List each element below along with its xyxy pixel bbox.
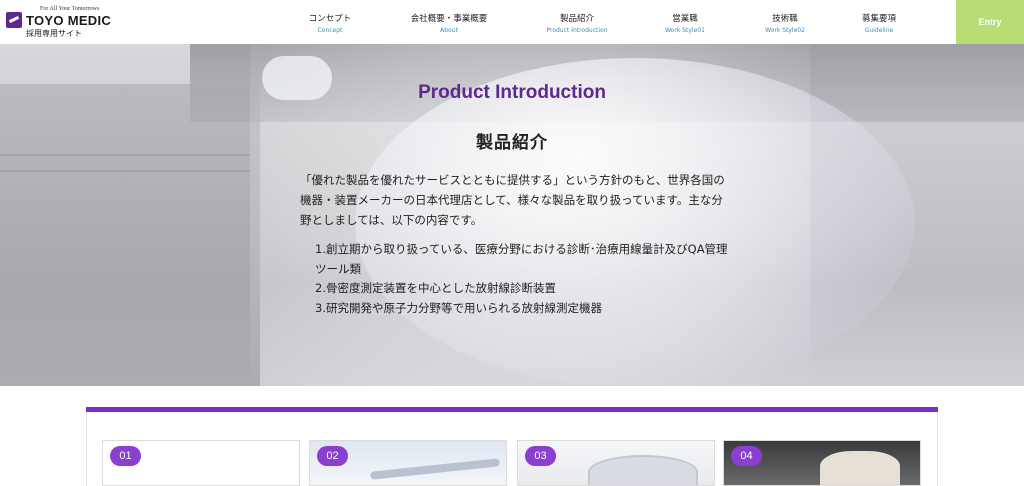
product-field-list: 1.創立期から取り扱っている、医療分野における診断･治療用線量計及びQA管理ツー… [315,240,729,318]
product-card[interactable]: 04 [723,440,921,486]
card-number-badge: 04 [731,446,762,466]
nav-item-label: 技術職 [772,14,798,24]
card-number-badge: 01 [110,446,141,466]
page-title: 製品紹介 [476,133,548,153]
product-image [820,451,900,485]
nav-item-sublabel: Product Introduction [546,27,608,34]
logo-subtitle: 採用専用サイト [26,29,82,38]
list-item: 2.骨密度測定装置を中心とした放射線診断装置 [315,281,556,295]
hero-description: 「優れた製品を優れたサービスとともに提供する」という方針のもと、世界各国の機器・… [300,173,725,227]
nav-item-guideline[interactable]: 募集要項 Guideline [855,0,903,44]
hero-section: Product Introduction 製品紹介 「優れた製品を優れたサービス… [0,44,1024,386]
product-image [369,458,501,480]
logo-mark-icon [6,12,22,28]
list-item: 3.研究開発や原子力分野等で用いられる放射線測定機器 [315,300,602,315]
product-image [588,455,698,485]
list-item: 1.創立期から取り扱っている、医療分野における診断･治療用線量計及びQA管理ツー… [315,242,728,276]
site-header: For All Your Tomorrows TOYO MEDIC 採用専用サイ… [0,0,1024,44]
nav-item-label: コンセプト [308,14,352,24]
nav-item-product-introduction[interactable]: 製品紹介 Product Introduction [540,0,614,44]
nav-item-concept[interactable]: コンセプト Concept [296,0,364,44]
product-card[interactable]: 03 [517,440,715,486]
card-number-badge: 03 [525,446,556,466]
nav-item-about[interactable]: 会社概要・事業概要 About [400,0,498,44]
product-card[interactable]: 01 [102,440,300,486]
site-logo[interactable]: For All Your Tomorrows TOYO MEDIC 採用専用サイ… [6,6,126,40]
logo-name: TOYO MEDIC [26,13,112,28]
logo-tagline: For All Your Tomorrows [40,6,100,12]
nav-item-sublabel: Guideline [864,27,894,34]
nav-item-label: 営業職 [672,14,698,24]
nav-item-label: 製品紹介 [559,14,594,24]
nav-item-sublabel: Work Style02 [765,27,805,34]
nav-item-label: 会社概要・事業概要 [410,14,488,24]
nav-item-sublabel: About [440,27,458,34]
nav-item-label: 募集要項 [861,14,896,24]
nav-item-sublabel: Work Style01 [665,27,705,34]
hero-background-truss [0,154,250,172]
product-card[interactable]: 02 [309,440,507,486]
entry-button[interactable]: Entry [956,0,1024,44]
nav-item-work-style-01[interactable]: 営業職 Work Style01 [660,0,710,44]
card-number-badge: 02 [317,446,348,466]
nav-item-sublabel: Concept [317,27,343,34]
page-title-en: Product Introduction [418,82,606,103]
nav-item-work-style-02[interactable]: 技術職 Work Style02 [757,0,813,44]
